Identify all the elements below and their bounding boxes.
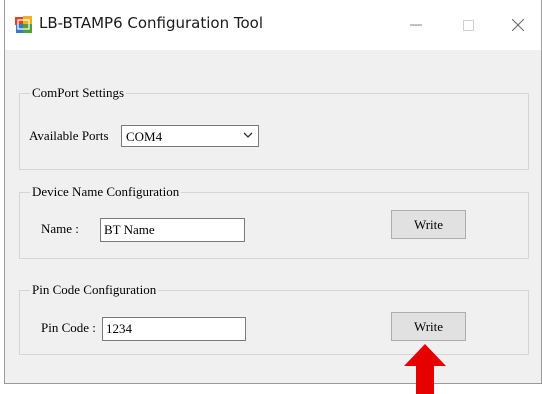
red-up-arrow-icon: [404, 344, 446, 394]
minimize-button[interactable]: [393, 8, 439, 42]
selected-port-value: COM4: [126, 129, 163, 144]
maximize-button[interactable]: [445, 8, 491, 42]
write-name-button[interactable]: Write: [391, 210, 466, 239]
app-window: LB-BTAMP6 Configuration Tool ComPort Set…: [4, 0, 542, 384]
maximize-icon: [462, 19, 474, 31]
close-icon: [512, 19, 524, 31]
minimize-icon: [410, 24, 422, 26]
name-label: Name :: [41, 221, 79, 236]
comport-settings-legend: ComPort Settings: [30, 85, 127, 101]
pin-code-label: Pin Code :: [41, 320, 96, 335]
title-bar[interactable]: LB-BTAMP6 Configuration Tool: [5, 0, 541, 50]
device-name-legend: Device Name Configuration: [30, 184, 182, 200]
available-ports-label: Available Ports: [29, 128, 109, 143]
chevron-down-icon: [243, 132, 253, 138]
write-pin-button[interactable]: Write: [391, 312, 466, 341]
app-icon: [15, 16, 32, 33]
pin-code-legend: Pin Code Configuration: [30, 282, 159, 298]
window-title: LB-BTAMP6 Configuration Tool: [39, 14, 264, 32]
available-ports-select[interactable]: COM4: [121, 125, 259, 147]
close-button[interactable]: [495, 8, 541, 42]
pin-code-input[interactable]: [102, 317, 246, 341]
device-name-input[interactable]: [100, 218, 245, 242]
